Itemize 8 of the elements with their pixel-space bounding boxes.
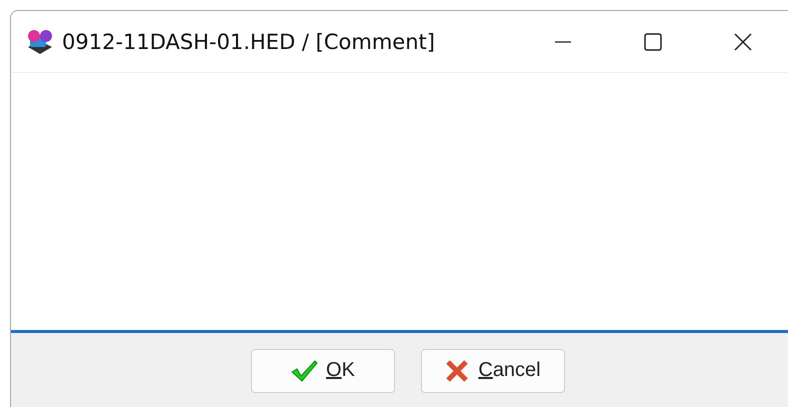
- cancel-button[interactable]: Cancel: [420, 348, 564, 392]
- maximize-icon: [643, 32, 663, 52]
- cross-icon: [444, 358, 470, 382]
- minimize-icon: [553, 40, 573, 42]
- ok-button[interactable]: OK: [250, 348, 394, 392]
- window-title: 0912-11DASH-01.HED / [Comment]: [62, 30, 435, 54]
- checkmark-icon: [290, 358, 318, 382]
- close-icon: [733, 32, 753, 52]
